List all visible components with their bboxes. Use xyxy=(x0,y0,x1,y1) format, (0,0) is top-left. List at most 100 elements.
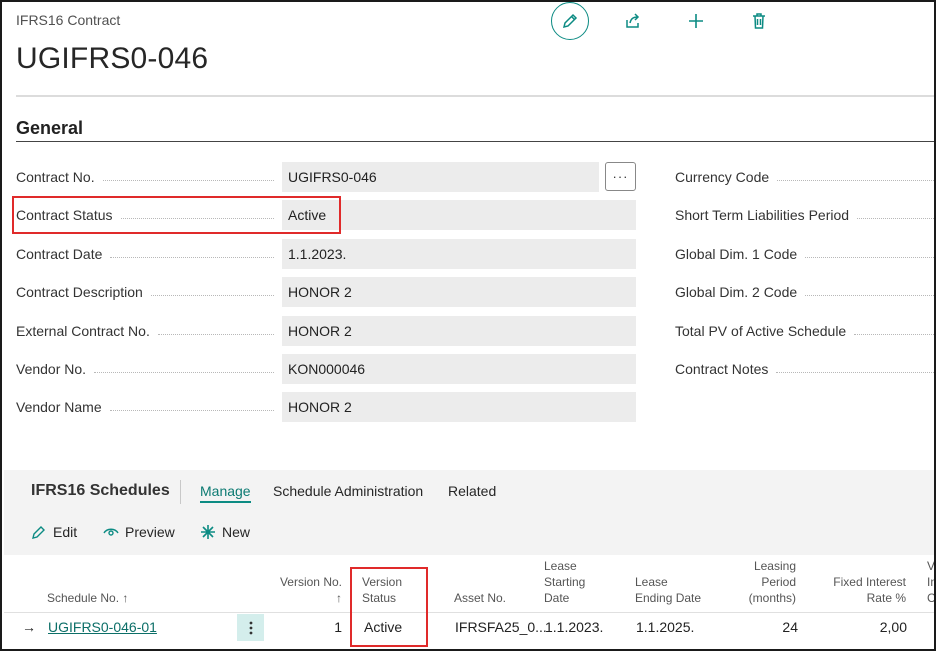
dot-leader xyxy=(854,333,934,335)
col-lease-end-line1: Lease xyxy=(635,575,668,589)
contract-no-value[interactable]: UGIFRS0-046 xyxy=(282,162,599,192)
vendor-name-value[interactable]: HONOR 2 xyxy=(282,392,636,422)
field-label: Vendor No. xyxy=(16,361,87,377)
col-leasing-period[interactable]: Leasing Period (months) xyxy=(722,558,796,606)
field-short-term-liabilities-period: Short Term Liabilities Period xyxy=(675,200,934,230)
field-external-contract-no: External Contract No. xyxy=(16,316,282,346)
new-button[interactable] xyxy=(677,2,715,40)
breadcrumb: IFRS16 Contract xyxy=(16,12,121,28)
tab-manage[interactable]: Manage xyxy=(200,483,251,503)
field-currency-code: Currency Code xyxy=(675,162,934,192)
contract-date-value[interactable]: 1.1.2023. xyxy=(282,239,636,269)
schedules-title: IFRS16 Schedules xyxy=(31,482,170,499)
col-lease-start-line3: Date xyxy=(544,591,570,605)
delete-button[interactable] xyxy=(740,2,778,40)
row-menu-button[interactable] xyxy=(237,614,264,641)
more-vertical-icon xyxy=(249,621,252,634)
col-lease-ending-date[interactable]: Lease Ending Date xyxy=(635,574,701,606)
dot-leader xyxy=(94,371,274,373)
schedule-preview-label: Preview xyxy=(125,524,175,540)
highlight-contract-status xyxy=(12,196,341,234)
dot-leader xyxy=(857,217,934,219)
field-contract-no: Contract No. xyxy=(16,162,282,192)
col-truncated-line1: Va xyxy=(927,559,935,573)
field-label: External Contract No. xyxy=(16,323,150,339)
assist-edit-button[interactable]: ··· xyxy=(605,162,636,191)
vendor-no-value[interactable]: KON000046 xyxy=(282,354,636,384)
page-title: UGIFRS0-046 xyxy=(16,42,209,75)
schedule-no-link[interactable]: UGIFRS0-046-01 xyxy=(48,619,157,635)
col-lease-starting-date[interactable]: Lease Starting Date xyxy=(544,558,585,606)
col-truncated-line2: In xyxy=(927,575,934,589)
fixed-interest-cell: 2,00 xyxy=(879,619,907,635)
version-no-cell: 1 xyxy=(334,619,342,635)
schedule-edit-button[interactable]: Edit xyxy=(31,524,77,540)
row-selected-arrow: → xyxy=(22,619,36,635)
schedules-title-divider xyxy=(180,480,181,504)
col-leasing-period-line3: (months) xyxy=(748,591,796,605)
schedule-new-label: New xyxy=(222,524,251,540)
eye-icon xyxy=(103,528,119,536)
field-label: Global Dim. 1 Code xyxy=(675,246,798,262)
dot-leader xyxy=(805,294,934,296)
col-fixed-interest-line2: Rate % xyxy=(866,591,906,605)
section-title-general: General xyxy=(16,118,84,138)
action-bar xyxy=(551,2,778,40)
field-vendor-no: Vendor No. xyxy=(16,354,282,384)
field-global-dim-2-code: Global Dim. 2 Code xyxy=(675,277,934,307)
external-contract-no-value[interactable]: HONOR 2 xyxy=(282,316,636,346)
pencil-icon xyxy=(562,13,578,29)
tab-schedule-administration[interactable]: Schedule Administration xyxy=(273,483,423,499)
dot-leader xyxy=(110,256,274,258)
field-label: Short Term Liabilities Period xyxy=(675,207,850,223)
contract-description-value[interactable]: HONOR 2 xyxy=(282,277,636,307)
field-label: Contract Notes xyxy=(675,361,769,377)
pencil-icon xyxy=(32,526,45,539)
col-truncated-line3: Co xyxy=(927,591,936,605)
field-label: Global Dim. 2 Code xyxy=(675,284,798,300)
field-vendor-name: Vendor Name xyxy=(16,392,282,422)
col-lease-start-line2: Starting xyxy=(544,575,586,589)
edit-button[interactable] xyxy=(551,2,589,40)
dot-leader xyxy=(805,256,934,258)
plus-icon xyxy=(689,14,703,28)
col-asset-no[interactable]: Asset No. xyxy=(454,590,506,606)
field-label: Currency Code xyxy=(675,169,770,185)
dot-leader xyxy=(776,371,934,373)
schedule-new-button[interactable]: New xyxy=(200,524,250,540)
field-global-dim-1-code: Global Dim. 1 Code xyxy=(675,239,934,269)
tab-related[interactable]: Related xyxy=(448,483,496,499)
col-truncated[interactable]: Va In Co xyxy=(927,558,936,606)
col-leasing-period-line2: Period xyxy=(761,575,796,589)
field-contract-notes: Contract Notes xyxy=(675,354,934,384)
schedule-edit-label: Edit xyxy=(53,524,78,540)
col-version-no[interactable]: Version No. ↑ xyxy=(264,574,342,606)
col-lease-end-line2: Ending Date xyxy=(635,591,702,605)
asset-no-cell: IFRSFA25_0... xyxy=(455,619,547,635)
dot-leader xyxy=(777,179,934,181)
col-schedule-no[interactable]: Schedule No. ↑ xyxy=(47,590,128,606)
col-lease-start-line1: Lease xyxy=(544,559,577,573)
table-header-divider xyxy=(4,612,934,613)
field-label: Vendor Name xyxy=(16,399,102,415)
page-frame: IFRS16 Contract UGIFRS0-046 General Cont… xyxy=(0,0,936,651)
share-button[interactable] xyxy=(614,2,652,40)
col-version-no-line2: ↑ xyxy=(336,591,342,605)
field-contract-description: Contract Description xyxy=(16,277,282,307)
col-fixed-interest-line1: Fixed Interest xyxy=(833,575,906,589)
lease-start-cell: 1.1.2023. xyxy=(545,619,604,635)
field-total-pv-active-schedule: Total PV of Active Schedule xyxy=(675,316,934,346)
leasing-period-cell: 24 xyxy=(782,619,798,635)
field-label: Contract No. xyxy=(16,169,95,185)
field-label: Contract Description xyxy=(16,284,143,300)
field-contract-date: Contract Date xyxy=(16,239,282,269)
new-sparkle-icon xyxy=(201,525,215,539)
col-fixed-interest-rate[interactable]: Fixed Interest Rate % xyxy=(818,574,906,606)
dot-leader xyxy=(150,294,274,296)
highlight-version-status xyxy=(350,567,428,647)
field-label: Total PV of Active Schedule xyxy=(675,323,847,339)
header-divider xyxy=(16,95,934,97)
schedule-preview-button[interactable]: Preview xyxy=(103,524,175,540)
dot-leader xyxy=(109,409,274,411)
section-divider xyxy=(16,141,934,142)
